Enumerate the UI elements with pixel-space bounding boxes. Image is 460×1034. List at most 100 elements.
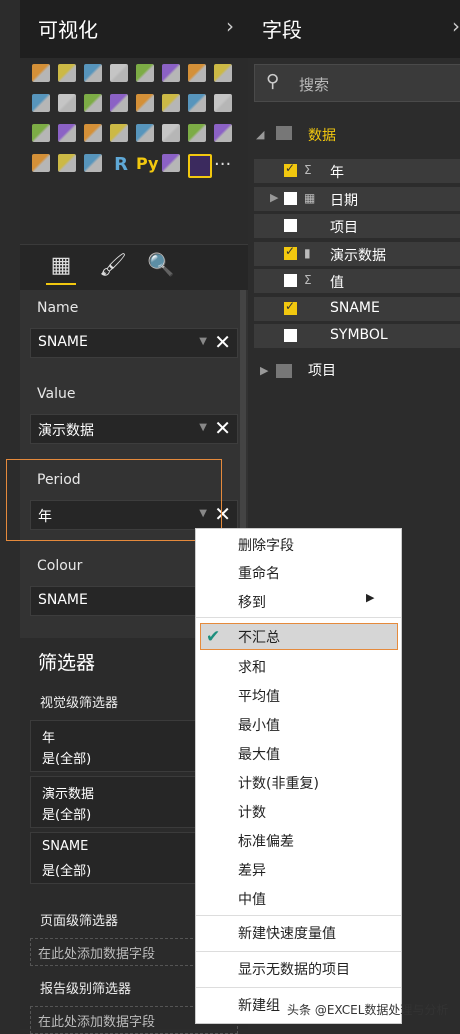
menu-item[interactable]: 计数(非重复) bbox=[238, 773, 319, 793]
value-well-field[interactable]: 演示数据 ▼ ✕ bbox=[30, 414, 238, 444]
value-well-value: 演示数据 bbox=[38, 423, 94, 439]
menu-item[interactable]: 重命名 bbox=[238, 563, 280, 583]
fields-tab-icon[interactable]: ▦ bbox=[46, 253, 76, 285]
field-row[interactable]: Σ值 bbox=[254, 269, 460, 293]
field-checkbox[interactable] bbox=[284, 274, 297, 287]
menu-item[interactable]: 移到 bbox=[238, 592, 266, 612]
Py-icon[interactable]: Py bbox=[136, 154, 158, 176]
menu-item[interactable]: 最小值 bbox=[238, 715, 280, 735]
field-row[interactable]: SNAME bbox=[254, 296, 460, 321]
matrix-icon[interactable] bbox=[84, 154, 102, 172]
menu-item[interactable]: 标准偏差 bbox=[238, 831, 294, 851]
collapse-viz-button[interactable]: › bbox=[226, 14, 234, 38]
R-icon[interactable]: R bbox=[110, 154, 132, 176]
menu-item[interactable]: 计数 bbox=[238, 802, 266, 822]
clustered-column-icon[interactable] bbox=[110, 64, 128, 82]
field-type-icon: Σ bbox=[304, 163, 312, 177]
filled-map-icon[interactable] bbox=[84, 124, 102, 142]
field-label: 项目 bbox=[330, 220, 358, 236]
field-row[interactable]: Σ年 bbox=[254, 159, 460, 183]
waterfall-icon[interactable] bbox=[136, 94, 154, 112]
field-type-icon: ▮ bbox=[304, 245, 311, 260]
kpi-icon[interactable] bbox=[214, 124, 232, 142]
100-column-icon[interactable] bbox=[162, 64, 180, 82]
dropzone-label: 在此处添加数据字段 bbox=[38, 947, 156, 962]
line-column-2-icon[interactable] bbox=[84, 94, 102, 112]
format-paint-roller-icon[interactable]: 🖌 bbox=[98, 253, 128, 283]
stacked-area-icon[interactable] bbox=[32, 94, 50, 112]
card-icon[interactable] bbox=[162, 124, 180, 142]
collapse-fields-button[interactable]: › bbox=[452, 14, 460, 38]
chevron-down-icon[interactable]: ▼ bbox=[199, 422, 207, 433]
menu-item[interactable]: 新建快速度量值 bbox=[238, 923, 336, 943]
field-type-icon: ▦ bbox=[304, 190, 316, 205]
remove-field-icon[interactable]: ✕ bbox=[214, 416, 231, 440]
table-name[interactable]: 数据 bbox=[308, 125, 336, 145]
expand-icon[interactable]: ▶ bbox=[270, 191, 278, 204]
menu-divider bbox=[196, 987, 401, 988]
filter-card-year[interactable]: 年 是(全部) bbox=[30, 720, 222, 772]
table-icon bbox=[276, 126, 292, 140]
clustered-bar-icon[interactable] bbox=[84, 64, 102, 82]
expand-table-icon[interactable]: ▶ bbox=[260, 364, 268, 377]
table-name[interactable]: 项目 bbox=[308, 360, 336, 380]
menu-item[interactable]: 求和 bbox=[238, 657, 266, 677]
globe-icon[interactable] bbox=[162, 154, 180, 172]
field-row[interactable]: ▶ ▦ 日期 bbox=[254, 186, 460, 211]
map-icon[interactable] bbox=[58, 124, 76, 142]
field-checkbox[interactable] bbox=[284, 244, 297, 260]
line-column-icon[interactable] bbox=[58, 94, 76, 112]
field-row[interactable]: ▮ 演示数据 bbox=[254, 241, 460, 266]
collapse-table-icon[interactable]: ◢ bbox=[256, 128, 264, 141]
ribbon-icon[interactable] bbox=[110, 94, 128, 112]
dropzone-label: 在此处添加数据字段 bbox=[38, 1015, 156, 1030]
line-icon[interactable] bbox=[188, 64, 206, 82]
menu-item[interactable]: 差异 bbox=[238, 860, 266, 880]
scatter-icon[interactable] bbox=[162, 94, 180, 112]
analytics-magnifier-icon[interactable]: 🔍 bbox=[146, 253, 176, 283]
visual-level-filters-label: 视觉级筛选器 bbox=[40, 696, 119, 711]
treemap-icon[interactable] bbox=[32, 124, 50, 142]
more-icon[interactable]: ··· bbox=[214, 154, 236, 176]
slicer-icon[interactable] bbox=[32, 154, 50, 172]
name-well-value: SNAME bbox=[38, 334, 88, 350]
area-icon[interactable] bbox=[214, 64, 232, 82]
filter-field: 年 bbox=[42, 731, 56, 746]
table-icon[interactable] bbox=[58, 154, 76, 172]
field-checkbox[interactable] bbox=[284, 299, 297, 315]
report-level-filters-label: 报告级别筛选器 bbox=[40, 982, 132, 997]
watermark: 头条 @EXCEL数据处理与分析 bbox=[287, 1003, 449, 1017]
remove-field-icon[interactable]: ✕ bbox=[214, 330, 231, 354]
menu-item[interactable]: 新建组 bbox=[238, 995, 280, 1015]
field-row[interactable]: 项目 bbox=[254, 214, 460, 238]
field-label: SYMBOL bbox=[330, 327, 388, 343]
funnel-icon[interactable] bbox=[110, 124, 128, 142]
menu-item[interactable]: 平均值 bbox=[238, 686, 280, 706]
field-row[interactable]: SYMBOL bbox=[254, 324, 460, 348]
stacked-bar-icon[interactable] bbox=[32, 64, 50, 82]
gauge-icon[interactable] bbox=[136, 124, 154, 142]
field-checkbox[interactable] bbox=[284, 191, 297, 205]
menu-item[interactable]: 显示无数据的项目 bbox=[238, 959, 350, 979]
stacked-column-icon[interactable] bbox=[58, 64, 76, 82]
field-checkbox[interactable] bbox=[284, 329, 297, 342]
pie-icon[interactable] bbox=[188, 94, 206, 112]
filter-card-sname[interactable]: SNAME 是(全部) bbox=[30, 832, 222, 884]
menu-item[interactable]: 中值 bbox=[238, 889, 266, 909]
donut-icon[interactable] bbox=[214, 94, 232, 112]
filter-card-demo-data[interactable]: 演示数据 是(全部) bbox=[30, 776, 222, 828]
menu-item[interactable]: 删除字段 bbox=[238, 535, 294, 555]
chevron-down-icon[interactable]: ▼ bbox=[199, 336, 207, 347]
name-well-label: Name bbox=[37, 300, 79, 316]
100-bar-icon[interactable] bbox=[136, 64, 154, 82]
field-label: SNAME bbox=[330, 299, 380, 316]
multi-row-card-icon[interactable] bbox=[188, 124, 206, 142]
field-checkbox[interactable] bbox=[284, 161, 297, 177]
search-placeholder: 搜索 bbox=[299, 76, 330, 94]
menu-item[interactable]: 最大值 bbox=[238, 744, 280, 764]
name-well-field[interactable]: SNAME ▼ ✕ bbox=[30, 328, 238, 358]
search-input[interactable]: ⚲ 搜索 bbox=[254, 64, 460, 102]
custom-visual-icon[interactable] bbox=[188, 154, 212, 178]
field-checkbox[interactable] bbox=[284, 219, 297, 232]
menu-item[interactable]: 不汇总 bbox=[238, 627, 280, 647]
